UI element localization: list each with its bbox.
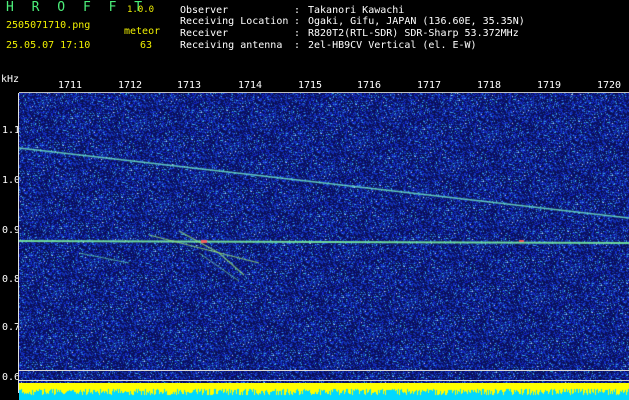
meteor-count: 63	[140, 40, 153, 51]
app-title: H R O F F T	[6, 0, 148, 15]
hrofft-window: H R O F F T 1.0.0 2505071710.png meteor …	[0, 0, 629, 400]
x-tick-1717: 1717	[417, 80, 442, 91]
plot-left-axis	[18, 93, 19, 393]
antenna-key: Receiving antenna	[180, 40, 283, 51]
x-tick-1718: 1718	[477, 80, 502, 91]
x-tick-1719: 1719	[537, 80, 562, 91]
location-sep: :	[294, 16, 301, 27]
antenna-value: 2el-HB9CV Vertical (el. E-W)	[308, 40, 477, 51]
meteor-label: meteor	[124, 26, 161, 37]
file-name: 2505071710.png	[6, 20, 91, 31]
reference-line-upper	[19, 370, 629, 371]
x-tick-1714: 1714	[238, 80, 263, 91]
receiver-sep: :	[294, 28, 301, 39]
spectrogram-waterfall	[19, 93, 629, 383]
receiver-key: Receiver	[180, 28, 229, 39]
signal-level-bar	[19, 383, 629, 400]
antenna-sep: :	[294, 40, 301, 51]
x-tick-1715: 1715	[298, 80, 323, 91]
app-version: 1.0.0	[127, 5, 155, 15]
location-value: Ogaki, Gifu, JAPAN (136.60E, 35.35N)	[308, 16, 525, 27]
reference-line-lower	[19, 380, 629, 381]
x-tick-1713: 1713	[177, 80, 202, 91]
date-time: 25.05.07 17:10	[6, 40, 91, 51]
location-key: Receiving Location	[180, 16, 289, 27]
x-tick-1712: 1712	[118, 80, 143, 91]
x-tick-1711: 1711	[58, 80, 83, 91]
x-tick-1720: 1720	[597, 80, 622, 91]
receiver-value: R820T2(RTL-SDR) SDR-Sharp 53.372MHz	[308, 28, 519, 39]
y-unit-label: kHz	[1, 74, 20, 85]
plot-top-border	[19, 92, 629, 93]
x-tick-1716: 1716	[357, 80, 382, 91]
